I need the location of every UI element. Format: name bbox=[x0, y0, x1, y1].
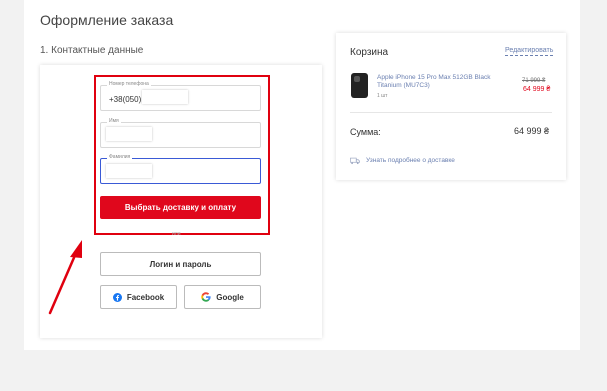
cart-divider bbox=[350, 112, 552, 113]
product-old-price: 71 999 ₴ bbox=[522, 78, 546, 84]
sum-value: 64 999 ₴ bbox=[514, 126, 550, 136]
cart-title: Корзина bbox=[350, 47, 389, 58]
product-thumbnail bbox=[351, 73, 368, 98]
section-heading: 1. Контактные данные bbox=[40, 45, 144, 56]
product-quantity: 1 шт bbox=[377, 93, 388, 99]
truck-icon bbox=[350, 157, 360, 165]
sum-label: Сумма: bbox=[350, 127, 381, 137]
cart-edit-link[interactable]: Редактировать bbox=[505, 46, 554, 56]
page-title: Оформление заказа bbox=[40, 12, 174, 28]
facebook-icon bbox=[112, 292, 122, 302]
product-price: 64 999 ₴ bbox=[523, 86, 551, 93]
login-password-button[interactable]: Логин и пароль bbox=[100, 252, 261, 276]
annotation-highlight-box bbox=[94, 75, 270, 235]
facebook-label: Facebook bbox=[126, 292, 165, 302]
google-label: Google bbox=[216, 292, 244, 302]
google-login-button[interactable]: Google bbox=[184, 285, 261, 309]
google-icon bbox=[201, 292, 211, 302]
or-separator: или bbox=[172, 231, 181, 237]
facebook-login-button[interactable]: Facebook bbox=[100, 285, 177, 309]
checkout-page: Оформление заказа 1. Контактные данные Н… bbox=[0, 0, 607, 391]
delivery-info-link[interactable]: Узнать подробнее о доставке bbox=[366, 157, 455, 164]
login-password-label: Логин и пароль bbox=[149, 259, 212, 269]
product-name-link[interactable]: Apple iPhone 15 Pro Max 512GB Black Tita… bbox=[377, 74, 507, 90]
